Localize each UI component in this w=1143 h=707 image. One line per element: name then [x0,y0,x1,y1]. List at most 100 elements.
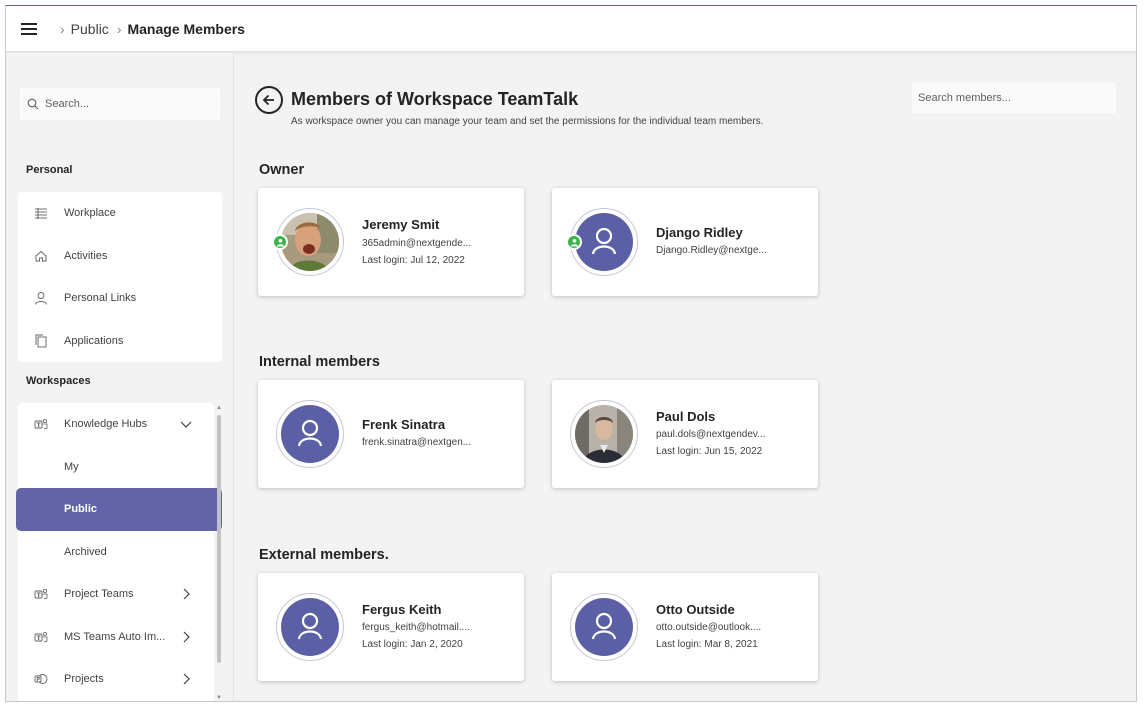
person-icon [297,419,323,447]
sidebar-item-label: Activities [64,249,108,262]
member-email: frenk.sinatra@nextgen... [362,437,472,448]
avatar-photo [575,405,633,463]
owner-person-icon [276,238,284,246]
sidebar-item-knowledge-hubs[interactable]: T Knowledge Hubs [18,403,214,446]
sidebar-search-placeholder: Search... [45,98,90,110]
section-title-owner: Owner [259,162,305,178]
member-name: Paul Dols [656,409,716,424]
breadcrumb-public[interactable]: Public [71,21,109,37]
top-bar: › Public › Manage Members [6,6,1136,52]
member-last-login: Last login: Jan 2, 2020 [362,639,463,650]
member-name: Otto Outside [656,602,735,617]
member-card[interactable]: Frenk Sinatra frenk.sinatra@nextgen... [258,380,524,488]
chevron-down-icon[interactable] [180,418,192,430]
copy-icon [35,334,47,348]
member-name: Django Ridley [656,225,743,240]
sidebar-item-projects[interactable]: P Projects [18,658,214,701]
home-icon [35,250,47,262]
member-card[interactable]: Django Ridley Django.Ridley@nextge... [552,188,818,296]
hamburger-menu-button[interactable] [6,6,52,52]
sidebar-item-label: Applications [64,334,124,347]
teams-icon: T [34,631,48,642]
arrow-left-icon [262,94,274,106]
chevron-right-icon: › [60,20,65,37]
sidebar-search-input[interactable]: Search... [18,87,222,121]
workspaces-heading: Workspaces [26,375,91,387]
sidebar-item-label: Workplace [64,207,116,220]
avatar-placeholder [281,405,339,463]
avatar-photo [281,213,339,271]
chevron-right-icon[interactable] [180,631,192,643]
sidebar-subitem-my[interactable]: My [18,446,214,489]
member-email: otto.outside@outlook.... [656,622,762,633]
sidebar-item-label: Projects [64,673,104,686]
member-last-login: Last login: Mar 8, 2021 [656,639,758,650]
member-email: fergus_keith@hotmail.... [362,622,470,633]
chevron-right-icon[interactable] [180,673,192,685]
teams-icon: T [34,419,48,430]
member-name: Jeremy Smit [362,217,440,232]
sidebar-subitem-archived[interactable]: Archived [18,531,214,574]
section-title-external: External members. [259,547,389,563]
owner-badge [566,234,582,250]
avatar-placeholder [575,213,633,271]
sidebar-subitem-public[interactable]: Public [16,488,222,531]
person-icon [591,612,617,640]
person-icon [297,612,323,640]
page-subtitle: As workspace owner you can manage your t… [291,116,764,127]
chevron-right-icon[interactable] [180,588,192,600]
sidebar-item-workplace[interactable]: Workplace [18,192,222,235]
avatar [276,400,344,468]
member-name: Fergus Keith [362,602,442,617]
sidebar-item-applications[interactable]: Applications [18,320,222,363]
sidebar-item-label: Personal Links [64,292,137,305]
member-name: Frenk Sinatra [362,417,446,432]
member-card[interactable]: Jeremy Smit 365admin@nextgende... Last l… [258,188,524,296]
back-button[interactable] [255,86,283,114]
member-email: paul.dols@nextgendev... [656,429,766,440]
member-card[interactable]: Fergus Keith fergus_keith@hotmail.... La… [258,573,524,681]
search-icon [27,98,39,110]
page-title: Members of Workspace TeamTalk [291,89,579,109]
member-last-login: Last login: Jun 15, 2022 [656,446,763,457]
sidebar-item-label: MS Teams Auto Im... [64,630,166,643]
main-content: Members of Workspace TeamTalk As workspa… [235,53,1136,701]
avatar [570,593,638,661]
owner-badge [272,234,288,250]
hamburger-icon [21,22,37,35]
member-card[interactable]: Paul Dols paul.dols@nextgendev... Last l… [552,380,818,488]
owner-person-icon [570,238,578,246]
member-email: Django.Ridley@nextge... [656,245,767,256]
sidebar-item-ms-teams-auto-import[interactable]: T MS Teams Auto Im... [18,616,214,659]
person-photo-icon [281,213,339,271]
sidebar-item-project-teams[interactable]: T Project Teams [18,573,214,616]
person-icon [591,227,617,255]
person-icon [35,292,47,305]
grid-list-icon [35,208,47,220]
teams-icon: T [34,589,48,600]
sidebar-item-label: Project Teams [64,588,134,601]
workspaces-list: T Knowledge Hubs My Public Archived T Pr… [16,403,222,701]
sidebar: Search... Personal Workplace Activities … [6,53,234,701]
sidebar-item-personal-links[interactable]: Personal Links [18,277,222,320]
chevron-right-icon: › [116,20,122,37]
section-title-internal: Internal members [259,354,380,370]
scroll-up-arrow[interactable]: ▲ [216,405,222,411]
sidebar-item-activities[interactable]: Activities [18,235,222,278]
avatar [570,400,638,468]
personal-heading: Personal [26,164,73,176]
avatar-placeholder [575,598,633,656]
search-members-input[interactable] [911,81,1117,115]
scroll-down-arrow[interactable]: ▼ [216,695,222,701]
breadcrumb-current: Manage Members [127,20,245,37]
member-card[interactable]: Otto Outside otto.outside@outlook.... La… [552,573,818,681]
personal-list: Workplace Activities Personal Links Appl… [18,192,222,362]
sidebar-scrollbar-thumb[interactable] [217,415,221,663]
member-last-login: Last login: Jul 12, 2022 [362,255,465,266]
sidebar-item-label: Knowledge Hubs [64,418,148,431]
svg-text:P: P [36,677,40,683]
avatar [276,593,344,661]
project-icon: P [34,674,48,685]
avatar-placeholder [281,598,339,656]
app-window: › Public › Manage Members Search... Pers… [5,5,1137,702]
